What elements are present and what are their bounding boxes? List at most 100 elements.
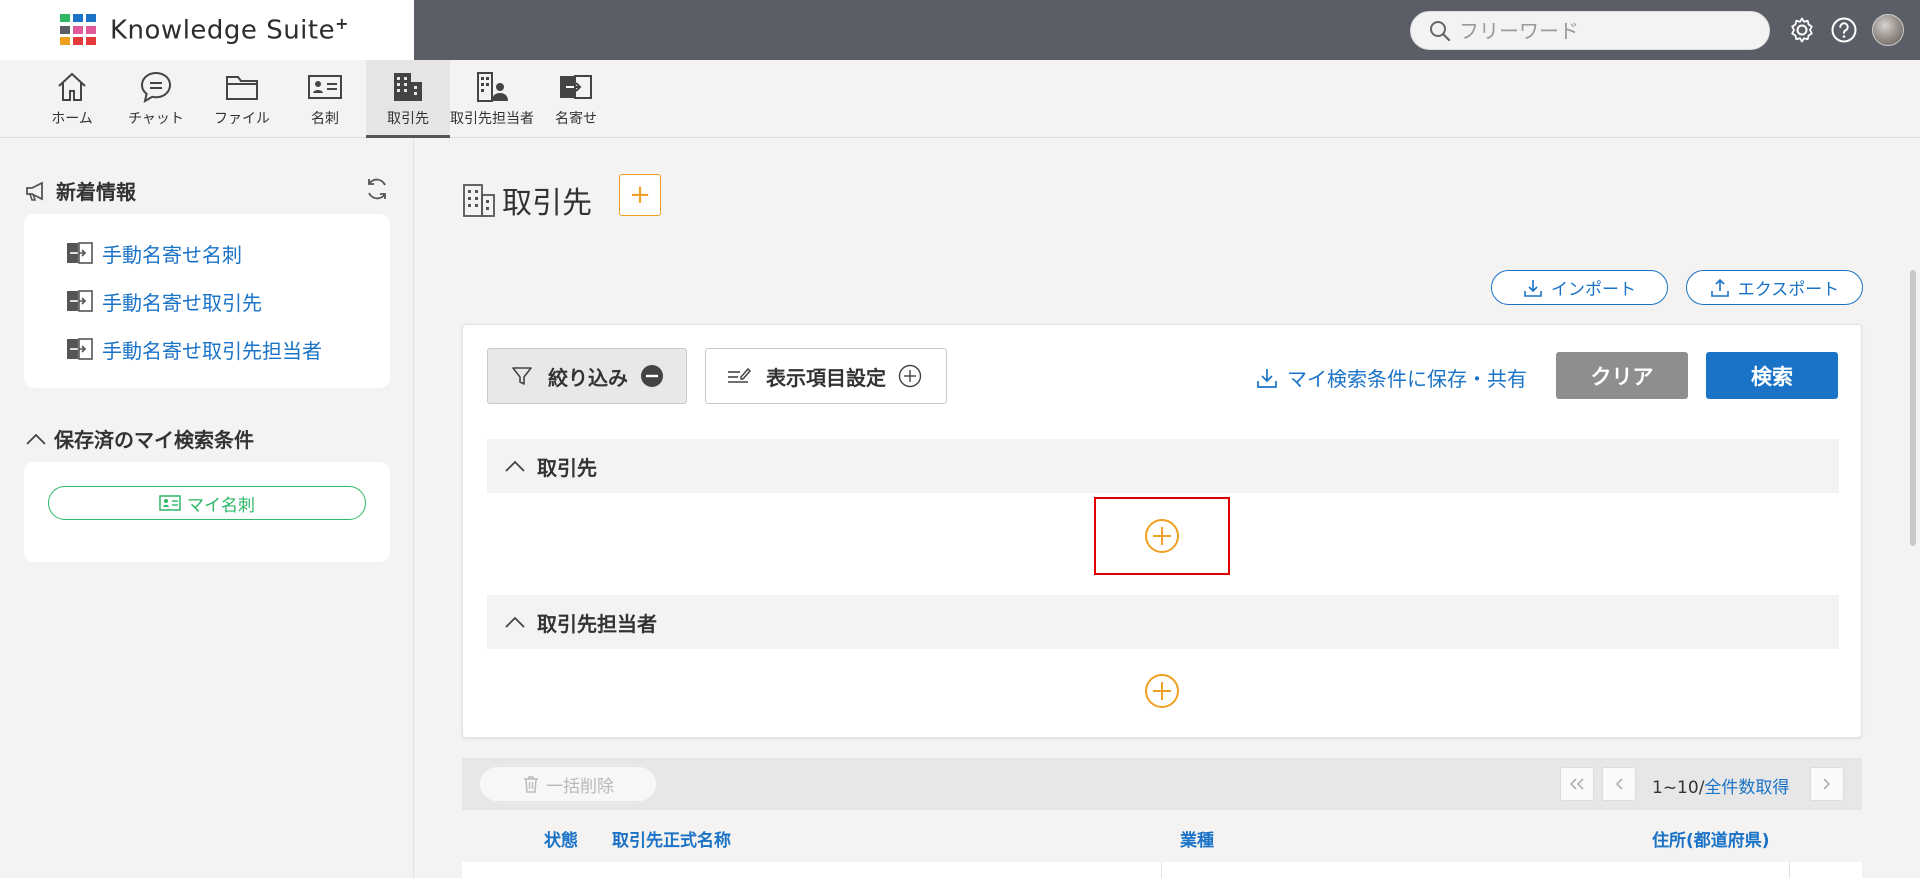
import-button[interactable]: インポート: [1491, 270, 1668, 305]
trash-icon: [524, 776, 538, 793]
column-header-status[interactable]: 状態: [544, 826, 578, 851]
page-scrollbar[interactable]: [1910, 270, 1916, 546]
column-divider: [1789, 862, 1790, 878]
news-heading: 新着情報: [24, 176, 136, 205]
nav-accounts[interactable]: 取引先: [366, 60, 450, 138]
main-nav: ホーム チャット ファイル 名刺 取引先 取引先担当者 名寄せ: [0, 60, 1920, 138]
download-icon: [1524, 279, 1542, 297]
section-accounts-header[interactable]: 取引先: [487, 439, 1839, 493]
news-title: 新着情報: [56, 180, 136, 204]
page-title-text: 取引先: [502, 186, 592, 221]
chevron-up-icon: [26, 433, 46, 445]
upload-icon: [1710, 278, 1729, 297]
column-divider: [1161, 862, 1162, 878]
nav-merge[interactable]: 名寄せ: [546, 60, 606, 138]
top-header: Knowledge Suite+: [0, 0, 1920, 60]
column-header-official-name[interactable]: 取引先正式名称: [612, 826, 731, 851]
funnel-icon: [512, 367, 532, 385]
search-icon: [1430, 20, 1451, 41]
export-button[interactable]: エクスポート: [1686, 270, 1863, 305]
saved-search-my-cards-button[interactable]: マイ名刺: [48, 486, 366, 520]
clear-button[interactable]: クリア: [1556, 352, 1688, 399]
page-title: 取引先: [462, 178, 592, 222]
table-row[interactable]: [462, 862, 1862, 878]
nav-contacts[interactable]: 取引先担当者: [450, 60, 534, 138]
pager-text: 1~10/全件数取得: [1652, 773, 1789, 798]
save-search-label: マイ検索条件に保存・共有: [1287, 367, 1527, 391]
section-title: 取引先: [537, 455, 597, 480]
settings-gear-icon[interactable]: [1788, 16, 1816, 44]
add-condition-accounts-plus-icon[interactable]: [1144, 518, 1180, 554]
column-header-prefecture[interactable]: 住所(都道府県): [1652, 826, 1770, 851]
list-toolbar: 一括削除 1~10/全件数取得: [462, 758, 1862, 810]
save-search-link[interactable]: マイ検索条件に保存・共有: [1255, 363, 1527, 392]
news-item-manual-merge-card[interactable]: 手動名寄せ名刺: [24, 229, 390, 277]
search-input[interactable]: [1459, 18, 1739, 43]
pager-total-link[interactable]: 全件数取得: [1704, 778, 1789, 798]
nav-label: 名寄せ: [555, 111, 597, 127]
filter-toggle-button[interactable]: 絞り込み: [487, 348, 687, 404]
filter-label: 絞り込み: [548, 365, 628, 390]
nav-label: ホーム: [51, 111, 93, 127]
user-avatar[interactable]: [1872, 14, 1904, 46]
nav-chat[interactable]: チャット: [124, 60, 188, 138]
add-condition-contacts-plus-icon[interactable]: [1144, 673, 1180, 709]
pager-first-button[interactable]: [1560, 767, 1594, 801]
nav-label: 取引先担当者: [450, 111, 534, 127]
logo-mark: [60, 14, 96, 46]
minus-circle-icon: [641, 365, 663, 387]
saved-searches-card: マイ名刺: [24, 462, 390, 562]
news-item-manual-merge-contact[interactable]: 手動名寄せ取引先担当者: [24, 325, 390, 373]
export-label: エクスポート: [1737, 280, 1840, 300]
global-search[interactable]: [1410, 11, 1770, 50]
display-settings-button[interactable]: 表示項目設定: [705, 348, 947, 404]
nav-file[interactable]: ファイル: [210, 60, 274, 138]
building-person-icon: [477, 72, 508, 102]
add-account-button[interactable]: +: [619, 174, 661, 216]
news-card: 手動名寄せ名刺 手動名寄せ取引先 手動名寄せ取引先担当者: [24, 214, 390, 388]
plus-circle-icon: [898, 364, 922, 388]
merge-icon: [560, 75, 592, 99]
pager-prev-button[interactable]: [1602, 767, 1636, 801]
news-item-label: 手動名寄せ取引先担当者: [102, 338, 322, 363]
megaphone-icon: [26, 181, 43, 201]
pager-next-button[interactable]: [1810, 767, 1844, 801]
refresh-icon[interactable]: [364, 176, 390, 206]
news-item-manual-merge-account[interactable]: 手動名寄せ取引先: [24, 277, 390, 325]
brand-name: Knowledge Suite+: [110, 14, 349, 46]
sidebar: 新着情報 手動名寄せ名刺 手動名寄せ取引先 手動名寄せ取引先担当者 保存済のマイ…: [0, 138, 414, 878]
nav-business-card[interactable]: 名刺: [300, 60, 350, 138]
merge-icon: [66, 338, 94, 360]
building-outline-icon: [463, 184, 495, 217]
download-icon: [1257, 368, 1277, 388]
saved-searches-title: 保存済のマイ検索条件: [54, 428, 254, 452]
news-item-label: 手動名寄せ名刺: [102, 242, 242, 267]
building-icon: [394, 73, 422, 101]
folder-icon: [226, 76, 258, 100]
business-card-icon: [159, 495, 181, 511]
nav-label: チャット: [128, 111, 184, 127]
search-button[interactable]: 検索: [1706, 352, 1838, 399]
chevron-left-icon: [1615, 778, 1623, 790]
merge-icon: [66, 290, 94, 312]
display-settings-label: 表示項目設定: [766, 365, 886, 390]
saved-search-label: マイ名刺: [187, 495, 255, 516]
logo-area[interactable]: Knowledge Suite+: [0, 0, 414, 60]
import-label: インポート: [1551, 280, 1636, 300]
business-card-icon: [308, 75, 342, 99]
news-item-label: 手動名寄せ取引先: [102, 290, 262, 315]
chevron-up-icon: [505, 460, 525, 472]
column-header-industry[interactable]: 業種: [1180, 826, 1214, 851]
saved-searches-heading[interactable]: 保存済のマイ検索条件: [24, 424, 254, 453]
chat-icon: [140, 71, 172, 104]
nav-label: 名刺: [311, 111, 339, 127]
nav-label: ファイル: [214, 111, 270, 127]
edit-list-icon: [728, 367, 752, 383]
bulk-delete-label: 一括削除: [546, 776, 614, 797]
nav-home[interactable]: ホーム: [44, 60, 100, 138]
bulk-delete-button[interactable]: 一括削除: [480, 767, 656, 801]
section-contacts-header[interactable]: 取引先担当者: [487, 595, 1839, 649]
home-icon: [58, 72, 86, 101]
double-chevron-left-icon: [1569, 778, 1584, 790]
help-icon[interactable]: [1830, 16, 1858, 44]
